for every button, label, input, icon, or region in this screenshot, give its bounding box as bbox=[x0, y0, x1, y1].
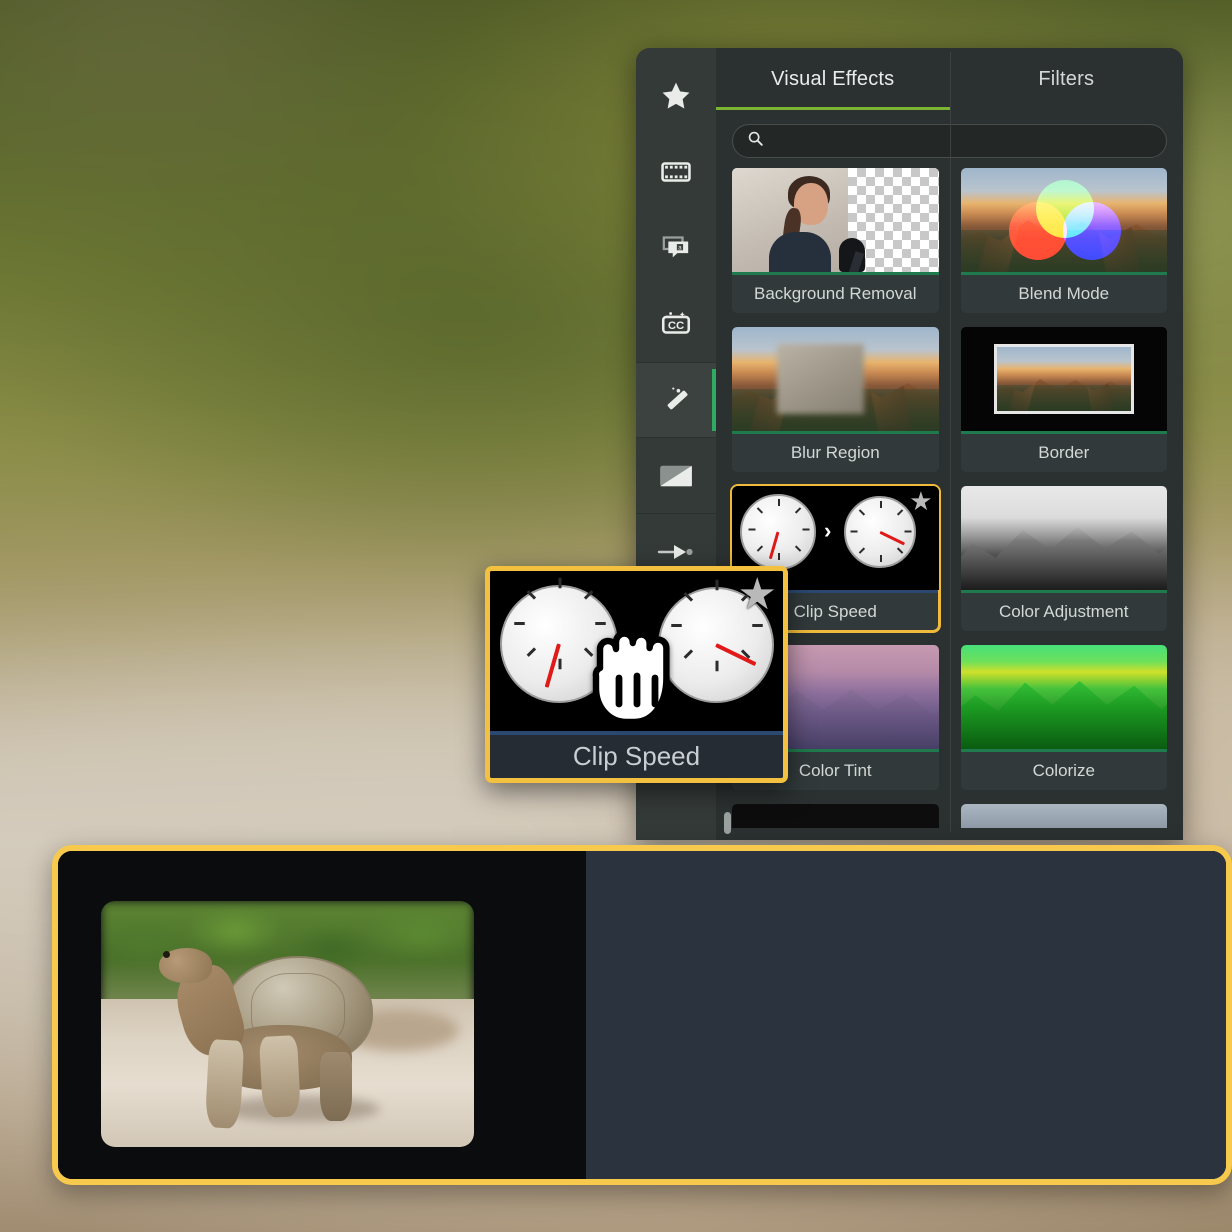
arrow-motion-icon bbox=[657, 540, 695, 564]
magic-wand-icon bbox=[658, 382, 694, 418]
sidebar-item-titles[interactable]: a bbox=[636, 210, 716, 286]
drag-ghost-thumbnail: › ★ bbox=[490, 571, 783, 731]
star-badge-icon: ★ bbox=[909, 486, 933, 516]
effects-grid-next-row-partial bbox=[732, 804, 1167, 828]
tab-filters-label: Filters bbox=[1038, 67, 1095, 90]
tab-filters[interactable]: Filters bbox=[950, 48, 1184, 110]
star-badge-icon: ★ bbox=[737, 571, 777, 619]
text-bubble-icon: a bbox=[659, 231, 693, 265]
closed-captions-icon: CC bbox=[659, 307, 693, 341]
effect-card-partial[interactable] bbox=[960, 804, 1167, 828]
timeline-empty-area[interactable] bbox=[586, 851, 1226, 1179]
panel-vertical-scrollbar[interactable] bbox=[724, 812, 731, 834]
drag-ghost-clip-speed[interactable]: › ★ Clip Speed bbox=[485, 566, 788, 783]
star-icon bbox=[659, 79, 693, 113]
effect-label: Blend Mode bbox=[1018, 284, 1110, 303]
green-colorize-artwork bbox=[960, 645, 1167, 749]
effect-thumbnail bbox=[732, 327, 939, 431]
tab-visual-effects-label: Visual Effects bbox=[771, 67, 895, 90]
effect-card-background-removal[interactable]: Background Removal bbox=[732, 168, 939, 313]
effects-grid: Background Removal Blend Mode Blur Regio… bbox=[730, 168, 1168, 790]
search-input[interactable] bbox=[773, 133, 1152, 149]
venn-circles-artwork bbox=[961, 168, 1168, 272]
effect-card-blur-region[interactable]: Blur Region bbox=[732, 327, 939, 472]
portrait-artwork bbox=[732, 168, 939, 272]
effect-card-blend-mode[interactable]: Blend Mode bbox=[960, 168, 1168, 313]
drag-ghost-label: Clip Speed bbox=[490, 735, 783, 778]
effect-thumbnail bbox=[960, 486, 1167, 590]
effect-card-color-adjustment[interactable]: Color Adjustment bbox=[960, 486, 1167, 631]
timeline-inner bbox=[58, 851, 1226, 1179]
sidebar-item-effects[interactable] bbox=[636, 362, 716, 438]
tab-visual-effects[interactable]: Visual Effects bbox=[716, 48, 950, 110]
sidebar-item-media[interactable] bbox=[636, 134, 716, 210]
black-and-white-artwork bbox=[960, 486, 1167, 590]
border-artwork bbox=[960, 327, 1167, 431]
tortoise-figure bbox=[153, 940, 422, 1132]
screen-root: a CC Visual Effects Filters Background R… bbox=[0, 0, 1232, 1232]
effect-label: Background Removal bbox=[753, 284, 917, 303]
sidebar-item-captions[interactable]: CC bbox=[636, 286, 716, 362]
effect-label: Blur Region bbox=[790, 443, 880, 462]
blur-region-overlay bbox=[777, 343, 865, 415]
effect-label: Colorize bbox=[1032, 761, 1095, 780]
effect-thumbnail bbox=[960, 645, 1167, 749]
film-strip-icon bbox=[659, 155, 693, 189]
timeline-panel[interactable] bbox=[52, 845, 1232, 1185]
effect-card-partial[interactable] bbox=[732, 804, 939, 828]
panel-tabs: Visual Effects Filters bbox=[716, 48, 1184, 832]
gradient-square-icon bbox=[659, 461, 693, 491]
effect-label: Color Adjustment bbox=[999, 602, 1129, 621]
effect-label: Border bbox=[1038, 443, 1090, 462]
search-icon bbox=[747, 130, 764, 152]
sidebar-item-favorites[interactable] bbox=[636, 58, 716, 134]
svg-text:CC: CC bbox=[668, 320, 684, 332]
timeline-clip-thumbnail[interactable] bbox=[101, 901, 474, 1147]
sidebar-item-transitions[interactable] bbox=[636, 438, 716, 514]
effect-thumbnail bbox=[960, 168, 1168, 272]
effect-thumbnail bbox=[732, 168, 939, 272]
tortoise-photo bbox=[101, 901, 474, 1147]
effect-card-border[interactable]: Border bbox=[960, 327, 1167, 472]
effect-thumbnail bbox=[960, 327, 1167, 431]
effect-card-colorize[interactable]: Colorize bbox=[960, 645, 1167, 790]
